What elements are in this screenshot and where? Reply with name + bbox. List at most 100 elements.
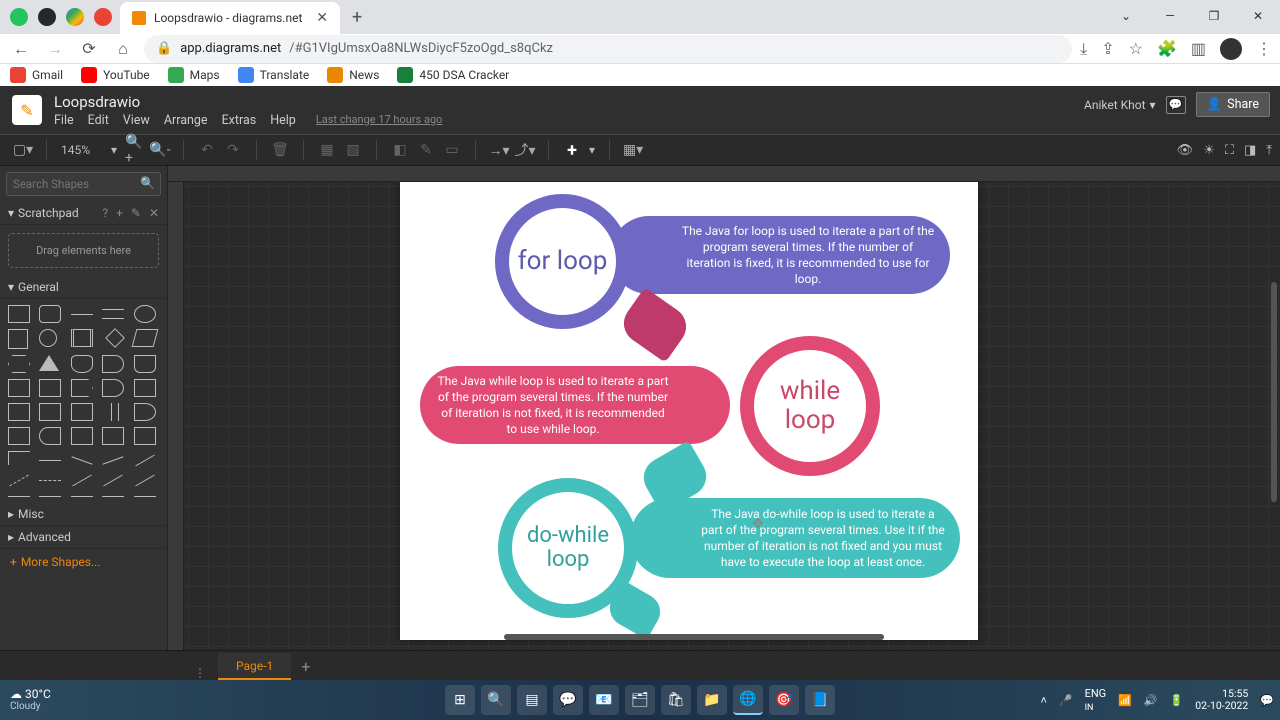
shape-line6[interactable] xyxy=(103,475,123,487)
shape-line7[interactable] xyxy=(135,475,155,487)
shape-text[interactable] xyxy=(71,314,93,315)
search-shapes-input[interactable] xyxy=(6,172,161,196)
nav-home-button[interactable]: ⌂ xyxy=(110,36,136,62)
pinned-tab-4[interactable] xyxy=(94,8,112,26)
shape-connector4[interactable] xyxy=(102,496,124,497)
tray-mic-icon[interactable]: 🎤 xyxy=(1059,694,1073,707)
app-logo-icon[interactable]: ✎ xyxy=(12,95,42,125)
shape-dashed-diag[interactable] xyxy=(9,475,29,487)
collapse-icon[interactable]: ⤒ xyxy=(1266,143,1272,158)
shape-note[interactable] xyxy=(8,403,30,421)
nav-back-button[interactable]: ← xyxy=(8,36,34,62)
bookmark-translate[interactable]: Translate xyxy=(238,67,310,83)
shape-connector5[interactable] xyxy=(134,496,156,497)
shape-cube[interactable] xyxy=(39,379,61,397)
shape-document[interactable] xyxy=(134,355,156,373)
shape-arrow1[interactable] xyxy=(135,455,155,467)
scratchpad-drop-zone[interactable]: Drag elements here xyxy=(8,233,159,268)
shape-cloud[interactable] xyxy=(102,355,124,373)
shape-and[interactable] xyxy=(8,427,30,445)
bookmark-gmail[interactable]: Gmail xyxy=(10,67,63,83)
shape-rect[interactable] xyxy=(8,305,30,323)
pinned-tab-2[interactable] xyxy=(38,8,56,26)
window-maximize-button[interactable]: ❐ xyxy=(1192,0,1236,32)
canvas[interactable]: The Java for loop is used to iterate a p… xyxy=(168,166,1280,650)
advanced-header[interactable]: ▸Advanced xyxy=(0,526,167,549)
tray-wifi-icon[interactable]: 📶 xyxy=(1118,694,1132,707)
more-shapes-button[interactable]: +More Shapes... xyxy=(10,555,157,569)
window-close-button[interactable]: ✕ xyxy=(1236,0,1280,32)
shape-curve1[interactable] xyxy=(71,456,92,464)
extensions-icon[interactable]: 🧩 xyxy=(1157,39,1177,58)
chrome-chevron-icon[interactable]: ⌄ xyxy=(1104,0,1148,32)
taskbar-chrome-icon[interactable]: 🌐 xyxy=(733,685,763,715)
shape-curve2[interactable] xyxy=(103,456,124,464)
taskbar-app-1[interactable]: 💬 xyxy=(553,685,583,715)
bookmark-youtube[interactable]: YouTube xyxy=(81,67,150,83)
fullscreen-icon[interactable]: ⛶ xyxy=(1225,143,1234,158)
menu-edit[interactable]: Edit xyxy=(88,113,109,128)
search-icon[interactable]: 🔍 xyxy=(140,176,155,190)
scratchpad-add-icon[interactable]: + xyxy=(116,206,123,220)
document-title[interactable]: Loopsdrawio xyxy=(54,93,442,111)
general-header[interactable]: ▾General xyxy=(0,276,167,299)
tray-chevron-icon[interactable]: ˄ xyxy=(1040,694,1046,707)
shape-step[interactable] xyxy=(71,379,93,397)
scratchpad-close-icon[interactable]: ✕ xyxy=(149,206,159,220)
table-icon[interactable]: ▦▾ xyxy=(624,141,642,159)
shape-textbox[interactable] xyxy=(102,309,124,319)
share-page-icon[interactable]: ⇪ xyxy=(1101,39,1114,58)
shape-connector3[interactable] xyxy=(71,496,93,497)
diagram-page[interactable]: The Java for loop is used to iterate a p… xyxy=(400,182,978,640)
shape-dashed[interactable] xyxy=(39,480,61,481)
shape-tape[interactable] xyxy=(134,379,156,397)
shape-circle[interactable] xyxy=(39,329,57,347)
shape-trapezoid[interactable] xyxy=(102,379,124,397)
page-tab-1[interactable]: Page-1 xyxy=(218,653,291,680)
pinned-tab-3[interactable] xyxy=(66,8,84,26)
shape-container[interactable] xyxy=(71,427,93,445)
menu-extras[interactable]: Extras xyxy=(222,113,257,128)
add-page-button[interactable]: + xyxy=(291,653,320,680)
bookmark-dsa[interactable]: 450 DSA Cracker xyxy=(397,67,509,83)
shape-ellipse[interactable] xyxy=(134,305,156,323)
taskbar-app-3[interactable]: 🗂 xyxy=(625,685,655,715)
delete-icon[interactable]: 🗑 xyxy=(271,141,289,159)
shape-line5[interactable] xyxy=(72,475,92,487)
shape-hexagon[interactable] xyxy=(8,355,30,373)
menu-view[interactable]: View xyxy=(123,113,150,128)
taskbar-app-4[interactable]: 🛍 xyxy=(661,685,691,715)
taskbar-app-6[interactable]: 📘 xyxy=(805,685,835,715)
new-tab-button[interactable]: + xyxy=(342,1,372,34)
format-panel-icon[interactable]: ◨ xyxy=(1244,143,1256,158)
nav-reload-button[interactable]: ⟳ xyxy=(76,36,102,62)
shape-hline[interactable] xyxy=(39,460,61,461)
to-front-icon[interactable]: ▦ xyxy=(318,141,336,159)
user-menu[interactable]: Aniket Khot▾ xyxy=(1084,98,1156,112)
shape-or[interactable] xyxy=(134,403,156,421)
zoom-value[interactable]: 145% xyxy=(61,143,103,157)
share-button[interactable]: 👤Share xyxy=(1196,92,1270,117)
zoom-in-icon[interactable]: 🔍+ xyxy=(125,141,143,159)
scrollbar-horizontal[interactable] xyxy=(504,634,884,640)
shape-rounded-rect[interactable] xyxy=(39,305,61,323)
while-loop-desc-box[interactable]: The Java while loop is used to iterate a… xyxy=(420,366,730,444)
active-tab[interactable]: Loopsdrawio - diagrams.net ✕ xyxy=(120,2,340,34)
menu-help[interactable]: Help xyxy=(270,113,296,128)
taskbar-search-icon[interactable]: 🔍 xyxy=(481,685,511,715)
zoom-out-icon[interactable]: 🔍- xyxy=(151,141,169,159)
to-back-icon[interactable]: ▧ xyxy=(344,141,362,159)
sidepanel-icon[interactable]: ▥ xyxy=(1191,39,1206,58)
scratchpad-help-icon[interactable]: ? xyxy=(102,206,108,220)
scratchpad-header[interactable]: ▾Scratchpad ? + ✎ ✕ xyxy=(0,202,167,225)
shape-tree[interactable] xyxy=(8,451,30,465)
shape-triangle[interactable] xyxy=(39,355,59,371)
bookmark-star-icon[interactable]: ☆ xyxy=(1129,39,1143,58)
theme-icon[interactable]: ☀ xyxy=(1203,143,1215,158)
pinned-tab-1[interactable] xyxy=(10,8,28,26)
chrome-menu-icon[interactable]: ⋮ xyxy=(1256,39,1272,58)
misc-header[interactable]: ▸Misc xyxy=(0,503,167,526)
tray-language[interactable]: ENGIN xyxy=(1085,687,1107,713)
profile-avatar[interactable] xyxy=(1220,38,1242,60)
while-loop-circle[interactable]: while loop xyxy=(740,336,880,476)
